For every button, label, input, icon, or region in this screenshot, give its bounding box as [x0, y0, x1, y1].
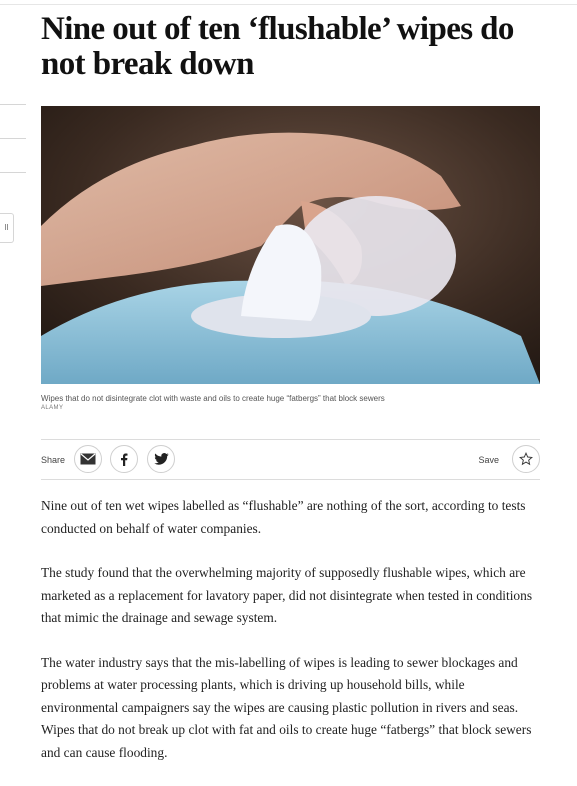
star-icon — [519, 452, 533, 466]
side-divider — [0, 138, 26, 139]
save-button[interactable] — [512, 445, 540, 473]
share-bar: Share Save — [41, 439, 540, 480]
article-body: Nine out of ten wet wipes labelled as “f… — [41, 495, 540, 786]
email-share-button[interactable] — [74, 445, 102, 473]
article-paragraph: Nine out of ten wet wipes labelled as “f… — [41, 498, 526, 536]
top-border — [0, 0, 577, 5]
side-button[interactable]: ll — [0, 213, 14, 243]
side-divider — [0, 104, 26, 105]
facebook-share-button[interactable] — [110, 445, 138, 473]
image-credit: ALAMY — [41, 405, 64, 411]
hero-image — [41, 106, 540, 384]
share-label: Share — [41, 455, 66, 465]
email-icon — [80, 453, 96, 465]
article-paragraph: The study found that the overwhelming ma… — [41, 565, 533, 625]
side-divider — [0, 172, 26, 173]
save-label: Save — [478, 455, 499, 465]
article-paragraph: The water industry says that the mis-lab… — [41, 654, 532, 760]
article-headline: Nine out of ten ‘flushable’ wipes do not… — [41, 11, 514, 82]
twitter-icon — [153, 453, 169, 465]
image-caption: Wipes that do not disintegrate clot with… — [41, 394, 385, 403]
facebook-icon — [121, 453, 128, 466]
twitter-share-button[interactable] — [147, 445, 175, 473]
